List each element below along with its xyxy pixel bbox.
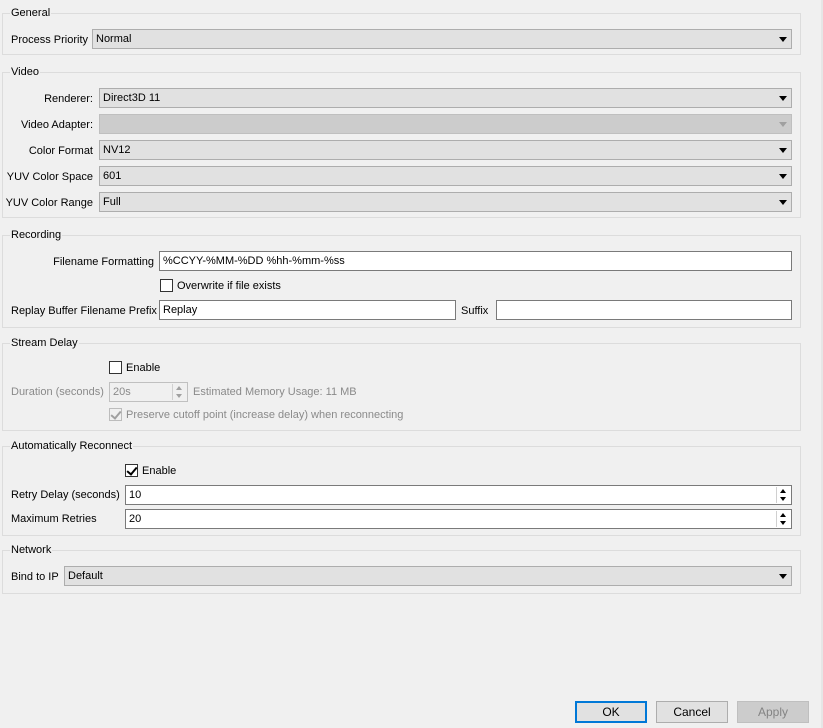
ok-button[interactable]: OK: [575, 701, 647, 723]
duration-label: Duration (seconds): [11, 386, 104, 398]
general-group-title: General: [10, 6, 52, 20]
yuv-color-space-value: 601: [103, 170, 122, 182]
chevron-down-icon: [779, 37, 787, 42]
preserve-cutoff-checkbox[interactable]: [109, 408, 122, 421]
retry-delay-value: 10: [129, 489, 142, 501]
renderer-select[interactable]: Direct3D 11: [99, 88, 792, 108]
bind-ip-select[interactable]: Default: [64, 566, 792, 586]
renderer-label: Renderer:: [44, 93, 93, 105]
reconnect-enable-label[interactable]: Enable: [142, 461, 176, 481]
spin-down-icon[interactable]: [780, 497, 786, 501]
process-priority-select[interactable]: Normal: [92, 29, 792, 49]
max-retries-spinbox[interactable]: 20: [125, 509, 792, 529]
suffix-field[interactable]: [496, 300, 792, 320]
overwrite-label[interactable]: Overwrite if file exists: [177, 276, 281, 296]
overwrite-checkbox[interactable]: [160, 279, 173, 292]
chevron-down-icon: [779, 174, 787, 179]
video-adapter-select[interactable]: [99, 114, 792, 134]
recording-group-title: Recording: [10, 228, 63, 242]
spin-up-icon[interactable]: [780, 513, 786, 517]
yuv-color-range-select[interactable]: Full: [99, 192, 792, 212]
filename-formatting-input[interactable]: [160, 252, 791, 270]
spin-down-icon[interactable]: [780, 521, 786, 525]
reconnect-group-title: Automatically Reconnect: [10, 439, 134, 453]
process-priority-label: Process Priority: [11, 34, 89, 46]
reconnect-enable-checkbox[interactable]: [125, 464, 138, 477]
bind-ip-label: Bind to IP: [11, 571, 59, 583]
yuv-color-range-value: Full: [103, 196, 121, 208]
video-adapter-label: Video Adapter:: [21, 119, 93, 131]
yuv-color-space-label: YUV Color Space: [6, 171, 93, 183]
network-group-title: Network: [10, 543, 53, 557]
duration-value: 20s: [113, 386, 131, 398]
spin-buttons: [776, 511, 790, 527]
spin-buttons: [172, 384, 186, 400]
stream-delay-enable-label[interactable]: Enable: [126, 358, 160, 378]
estimated-memory-text: Estimated Memory Usage: 11 MB: [193, 386, 357, 398]
apply-button[interactable]: Apply: [737, 701, 809, 723]
replay-prefix-label: Replay Buffer Filename Prefix: [11, 305, 157, 317]
replay-prefix-input[interactable]: [160, 301, 455, 319]
spin-up-icon[interactable]: [780, 489, 786, 493]
stream-delay-group-title: Stream Delay: [10, 336, 79, 350]
chevron-down-icon: [779, 200, 787, 205]
retry-delay-label: Retry Delay (seconds): [11, 489, 120, 501]
video-group-title: Video: [10, 65, 40, 79]
color-format-value: NV12: [103, 144, 131, 156]
duration-spinbox[interactable]: 20s: [109, 382, 188, 402]
cancel-button[interactable]: Cancel: [656, 701, 728, 723]
process-priority-value: Normal: [96, 33, 132, 45]
suffix-label: Suffix: [461, 305, 489, 317]
filename-formatting-field[interactable]: [159, 251, 792, 271]
stream-delay-enable-checkbox[interactable]: [109, 361, 122, 374]
spin-down-icon[interactable]: [176, 394, 182, 398]
filename-formatting-label: Filename Formatting: [53, 256, 154, 268]
color-format-label: Color Format: [28, 145, 93, 157]
replay-prefix-field[interactable]: [159, 300, 456, 320]
spin-buttons: [776, 487, 790, 503]
chevron-down-icon: [779, 148, 787, 153]
bind-ip-value: Default: [68, 570, 103, 582]
spin-up-icon[interactable]: [176, 386, 182, 390]
retry-delay-spinbox[interactable]: 10: [125, 485, 792, 505]
suffix-input[interactable]: [497, 301, 791, 319]
renderer-value: Direct3D 11: [103, 92, 161, 104]
preserve-cutoff-label[interactable]: Preserve cutoff point (increase delay) w…: [126, 405, 403, 425]
max-retries-value: 20: [129, 513, 142, 525]
color-format-select[interactable]: NV12: [99, 140, 792, 160]
yuv-color-space-select[interactable]: 601: [99, 166, 792, 186]
chevron-down-icon: [779, 96, 787, 101]
chevron-down-icon: [779, 122, 787, 127]
chevron-down-icon: [779, 574, 787, 579]
yuv-color-range-label: YUV Color Range: [5, 197, 93, 209]
max-retries-label: Maximum Retries: [11, 513, 97, 525]
